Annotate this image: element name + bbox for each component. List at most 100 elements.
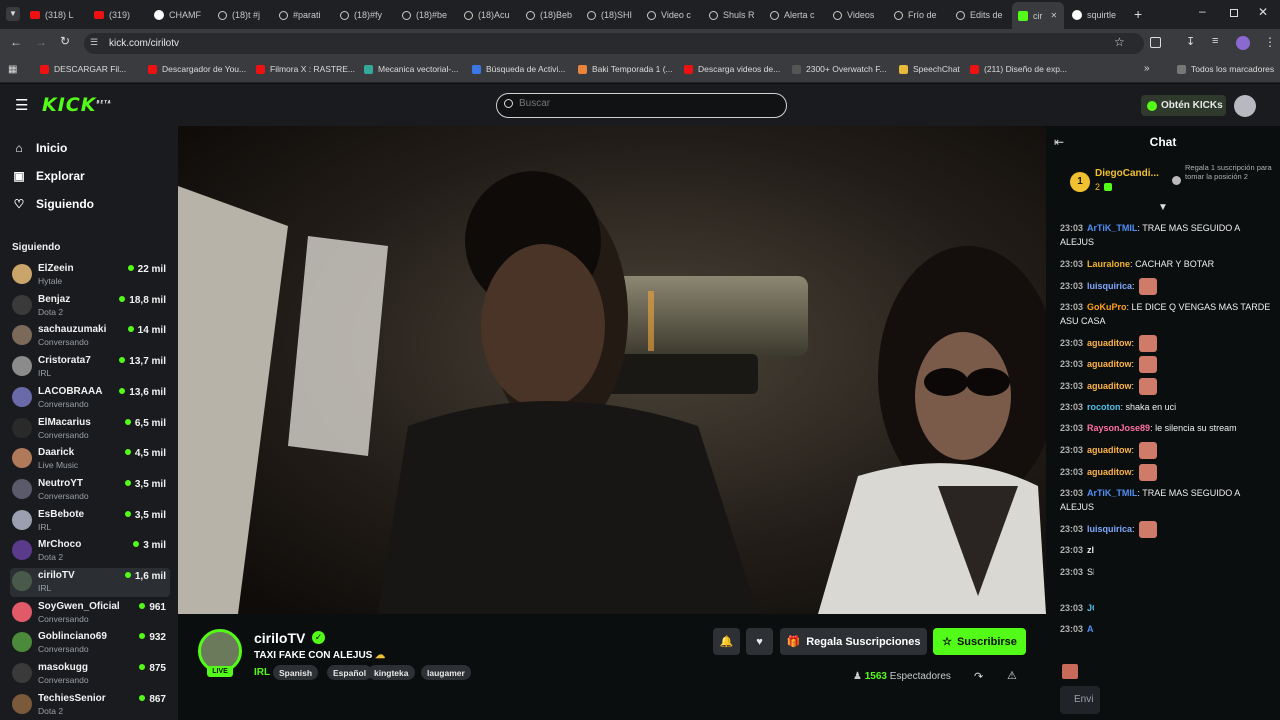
forward-icon[interactable]: → (35, 35, 47, 49)
chat-username[interactable]: ArTiK_TMIL (1087, 223, 1137, 233)
close-tab-icon[interactable]: ✕ (1051, 11, 1058, 20)
browser-tab[interactable]: Video c (647, 4, 703, 26)
following-channel[interactable]: ElMacarius Conversando 6,5 mil (10, 415, 170, 444)
channel-name[interactable]: ciriloTV (254, 630, 305, 646)
browser-tab[interactable]: squirtle (1072, 4, 1136, 26)
chat-username[interactable]: RaysonJose89 (1087, 423, 1150, 433)
chat-username[interactable]: GoKuPro (1087, 302, 1127, 312)
browser-tab[interactable]: (18)t #j (218, 4, 274, 26)
all-bookmarks[interactable]: Todos los marcadores (1177, 64, 1274, 74)
bookmark-item[interactable]: Descargador de You... (148, 64, 246, 74)
bookmark-item[interactable]: Descarga videos de... (684, 64, 780, 74)
get-kicks-button[interactable]: Obtén KICKs (1141, 95, 1226, 116)
chat-username[interactable]: JC (1087, 603, 1094, 613)
browser-tab[interactable]: (18)Acu (464, 4, 520, 26)
following-channel[interactable]: sachauzumaki Conversando 14 mil (10, 322, 170, 351)
following-channel[interactable]: Goblinciano69 Conversando 932 (10, 629, 170, 658)
subscribe-button[interactable]: ☆ Suscribirse (933, 628, 1026, 655)
browser-tab[interactable]: (18)Beb (526, 4, 582, 26)
minimize-icon[interactable]: – (1199, 4, 1206, 18)
hamburger-menu-icon[interactable]: ☰ (15, 96, 28, 114)
user-avatar[interactable] (1234, 95, 1256, 117)
chat-username[interactable]: aguaditow (1087, 445, 1132, 455)
media-controls-icon[interactable]: ≡ (1212, 35, 1218, 47)
top-gifter-card[interactable]: 1 DiegoCandi... 2 Regala 1 suscripción p… (1070, 163, 1272, 200)
chat-input[interactable]: Envi (1060, 686, 1100, 714)
address-bar[interactable]: ☰ ☆ (84, 33, 1144, 54)
bookmark-item[interactable]: SpeechChat (899, 64, 960, 74)
download-icon[interactable]: ↧ (1186, 35, 1195, 48)
browser-tab[interactable]: (18)#fy (340, 4, 396, 26)
following-channel[interactable]: NeutroYT Conversando 3,5 mil (10, 476, 170, 505)
report-icon[interactable]: ⚠ (1007, 669, 1017, 682)
chat-username[interactable]: rocoton (1087, 402, 1121, 412)
chat-username[interactable]: aguaditow (1087, 467, 1132, 477)
apps-grid-icon[interactable]: ▦ (8, 64, 17, 75)
following-channel[interactable]: EsBebote IRL 3,5 mil (10, 507, 170, 536)
new-tab-icon[interactable]: + (1134, 6, 1142, 22)
bookmark-item[interactable]: Baki Temporada 1 (... (578, 64, 673, 74)
chat-username[interactable]: zla (1087, 545, 1094, 555)
following-channel[interactable]: ElZeein Hytale 22 mil (10, 261, 170, 290)
gift-subs-button[interactable]: 🎁 Regala Suscripciones (780, 628, 927, 655)
chat-username[interactable]: ArTiK_TMIL (1087, 488, 1137, 498)
bookmark-item[interactable]: Búsqueda de Activi... (472, 64, 565, 74)
chat-username[interactable]: luisquirica (1087, 524, 1132, 534)
stream-category[interactable]: IRL (254, 667, 270, 678)
browser-tab[interactable]: cir ✕ (1012, 2, 1064, 29)
sidebar-nav-home[interactable]: ⌂ Inicio (12, 141, 67, 155)
following-channel[interactable]: SoyGwen_Oficial Conversando 961 (10, 599, 170, 628)
stream-tag[interactable]: Español (327, 665, 373, 680)
share-icon[interactable]: ↷ (974, 670, 983, 683)
bookmark-item[interactable]: (211) Diseño de exp... (970, 64, 1067, 74)
chat-username[interactable]: Lauralone (1087, 259, 1130, 269)
sidebar-nav-heart[interactable]: ♡ Siguiendo (12, 197, 94, 211)
following-channel[interactable]: masokugg Conversando 875 (10, 660, 170, 689)
following-channel[interactable]: ciriloTV IRL 1,6 mil (10, 568, 170, 597)
browser-tab[interactable]: #parati (279, 4, 335, 26)
chat-username[interactable]: aguaditow (1087, 338, 1132, 348)
following-channel[interactable]: Cristorata7 IRL 13,7 mil (10, 353, 170, 382)
following-channel[interactable]: Daarick Live Music 4,5 mil (10, 445, 170, 474)
browser-tab[interactable]: Edits de (956, 4, 1006, 26)
browser-tab[interactable]: (318) L (30, 4, 86, 26)
url-text[interactable]: kick.com/cirilotv (109, 38, 179, 49)
restore-icon[interactable] (1230, 9, 1238, 17)
extensions-icon[interactable] (1150, 37, 1161, 48)
browser-menu-icon[interactable]: ⋮ (1264, 35, 1276, 49)
back-icon[interactable]: ← (10, 35, 22, 49)
close-window-icon[interactable]: ✕ (1258, 5, 1268, 19)
following-channel[interactable]: TechiesSenior Dota 2 867 (10, 691, 170, 720)
search-box[interactable] (496, 93, 787, 118)
bookmark-item[interactable]: Filmora X : RASTRE... (256, 64, 355, 74)
following-channel[interactable]: LACOBRAAA Conversando 13,6 mil (10, 384, 170, 413)
site-info-icon[interactable]: ☰ (90, 37, 102, 49)
tab-search-menu-icon[interactable]: ▼ (6, 7, 20, 21)
chat-username[interactable]: aguaditow (1087, 359, 1132, 369)
browser-tab[interactable]: Alerta c (770, 4, 826, 26)
bookmark-star-icon[interactable]: ☆ (1114, 35, 1125, 49)
chat-username[interactable]: aguaditow (1087, 381, 1132, 391)
browser-tab[interactable]: Videos (833, 4, 889, 26)
following-channel[interactable]: MrChoco Dota 2 3 mil (10, 537, 170, 566)
bookmark-item[interactable]: 2300+ Overwatch F... (792, 64, 887, 74)
browser-tab[interactable]: Shuls R (709, 4, 765, 26)
bookmark-item[interactable]: DESCARGAR Fil... (40, 64, 126, 74)
chat-username[interactable]: Ar (1087, 624, 1094, 634)
bookmark-item[interactable]: Mecanica vectorial-... (364, 64, 458, 74)
follow-heart-button[interactable]: ♥ (746, 628, 773, 655)
sidebar-nav-compass[interactable]: ▣ Explorar (12, 169, 84, 183)
pinned-chevron-icon[interactable]: ▼ (1158, 202, 1168, 213)
browser-tab[interactable]: CHAMF (154, 4, 212, 26)
stream-tag[interactable]: Spanish (273, 665, 319, 680)
following-channel[interactable]: Benjaz Dota 2 18,8 mil (10, 292, 170, 321)
notification-bell-button[interactable]: 🔔 (713, 628, 740, 655)
profile-avatar[interactable] (1236, 36, 1250, 50)
stream-tag[interactable]: laugamer (421, 665, 471, 680)
search-input[interactable] (519, 98, 769, 109)
browser-tab[interactable]: (18)#be (402, 4, 458, 26)
reload-icon[interactable]: ↻ (60, 34, 70, 48)
stream-tag[interactable]: kingteka (368, 665, 415, 680)
browser-tab[interactable]: (319) (94, 4, 146, 26)
kick-logo[interactable]: KICKBETA (42, 94, 112, 116)
